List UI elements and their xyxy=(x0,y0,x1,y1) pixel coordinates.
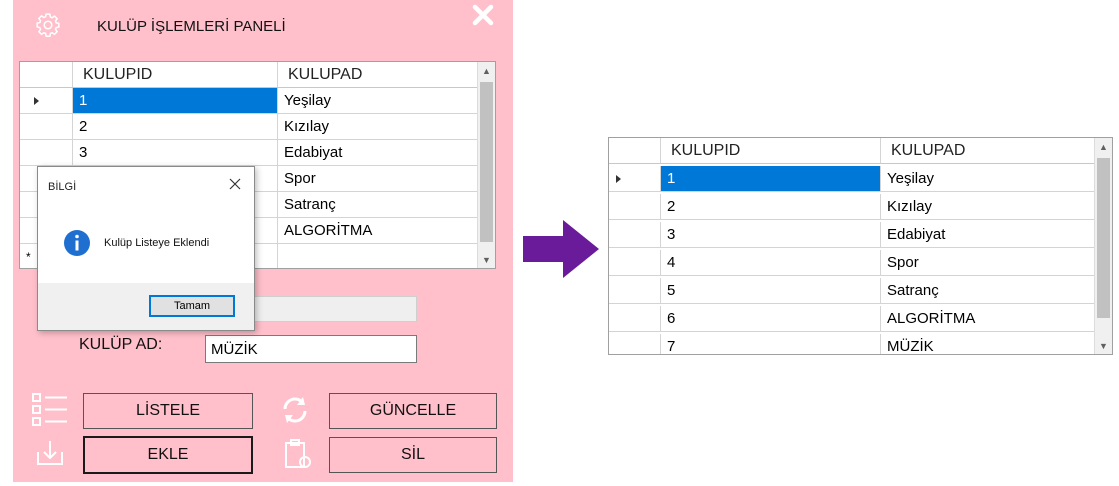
cell-kulupad[interactable]: Yeşilay xyxy=(881,166,1096,192)
grid-row-header-corner xyxy=(609,138,661,163)
table-row[interactable]: 1 Yeşilay xyxy=(609,166,1096,192)
row-header[interactable] xyxy=(20,88,73,114)
column-header-kulupad[interactable]: KULUPAD xyxy=(278,62,479,87)
refresh-icon xyxy=(283,397,307,423)
cell-kulupid[interactable]: 4 xyxy=(661,250,881,276)
cell-kulupad[interactable]: Spor xyxy=(881,250,1096,276)
ok-button[interactable]: Tamam xyxy=(149,295,235,317)
kulup-ad-field[interactable]: MÜZİK xyxy=(205,335,417,363)
scroll-thumb[interactable] xyxy=(1097,158,1110,318)
close-icon[interactable] xyxy=(228,177,242,191)
cell-kulupad[interactable]: Kızılay xyxy=(881,194,1096,220)
grid-scrollbar[interactable]: ▲ ▼ xyxy=(477,62,495,268)
grid-header: KULUPID KULUPAD xyxy=(20,62,477,88)
table-row[interactable]: 7 MÜZİK xyxy=(609,334,1096,354)
grid-row-header-corner xyxy=(20,62,73,87)
cell-kulupad[interactable]: Spor xyxy=(278,166,479,192)
cell-kulupid[interactable]: 6 xyxy=(661,306,881,332)
row-header[interactable] xyxy=(609,278,661,304)
cell-kulupid[interactable]: 1 xyxy=(73,88,278,114)
cell-kulupid[interactable]: 2 xyxy=(73,114,278,140)
guncelle-button[interactable]: GÜNCELLE xyxy=(329,393,497,429)
row-header[interactable] xyxy=(20,114,73,140)
table-row[interactable]: 2 Kızılay xyxy=(609,194,1096,220)
panel-title: KULÜP İŞLEMLERİ PANELİ xyxy=(97,18,286,35)
table-row[interactable]: 4 Spor xyxy=(609,250,1096,276)
row-header[interactable] xyxy=(20,140,73,166)
cell-kulupad[interactable]: Satranç xyxy=(881,278,1096,304)
message-box-title: BİLGİ xyxy=(48,181,77,193)
cell-kulupid[interactable]: 7 xyxy=(661,334,881,354)
info-icon xyxy=(64,230,90,256)
table-row[interactable]: 6 ALGORİTMA xyxy=(609,306,1096,332)
current-row-arrow-icon xyxy=(616,175,621,183)
row-header[interactable] xyxy=(609,306,661,332)
row-header[interactable] xyxy=(609,166,661,192)
cell-kulupad[interactable]: Satranç xyxy=(278,192,479,218)
close-icon[interactable] xyxy=(469,2,497,30)
column-header-kulupid[interactable]: KULUPID xyxy=(661,138,881,163)
list-icon xyxy=(32,393,67,426)
table-row[interactable]: 2 Kızılay xyxy=(20,114,479,140)
right-arrow-icon xyxy=(523,220,599,278)
cell-kulupid[interactable]: 3 xyxy=(73,140,278,166)
scroll-up-icon[interactable]: ▲ xyxy=(1095,138,1112,155)
message-text: Kulüp Listeye Eklendi xyxy=(104,237,210,249)
row-header[interactable] xyxy=(609,222,661,248)
row-header[interactable] xyxy=(609,194,661,220)
cell-kulupid[interactable]: 3 xyxy=(661,222,881,248)
table-row[interactable]: 5 Satranç xyxy=(609,278,1096,304)
sil-button[interactable]: SİL xyxy=(329,437,497,473)
cell-kulupid[interactable]: 1 xyxy=(661,166,881,192)
listele-button[interactable]: LİSTELE xyxy=(83,393,253,429)
cell-kulupad[interactable]: Edabiyat xyxy=(278,140,479,166)
new-cell-kulupad[interactable] xyxy=(278,244,479,268)
download-icon xyxy=(37,441,63,465)
clipboard-icon xyxy=(285,439,311,468)
message-box-footer: Tamam xyxy=(38,283,254,330)
row-header[interactable] xyxy=(609,250,661,276)
table-row[interactable]: 1 Yeşilay xyxy=(20,88,479,114)
column-header-kulupid[interactable]: KULUPID xyxy=(73,62,278,87)
cell-kulupad[interactable]: MÜZİK xyxy=(881,334,1096,354)
cell-kulupad[interactable]: Yeşilay xyxy=(278,88,479,114)
gear-icon xyxy=(36,13,60,38)
cell-kulupid[interactable]: 5 xyxy=(661,278,881,304)
scroll-down-icon[interactable]: ▼ xyxy=(478,251,495,268)
grid-header: KULUPID KULUPAD xyxy=(609,138,1094,164)
cell-kulupad[interactable]: Kızılay xyxy=(278,114,479,140)
scroll-thumb[interactable] xyxy=(480,82,493,242)
column-header-kulupad[interactable]: KULUPAD xyxy=(881,138,1096,163)
cell-kulupad[interactable]: ALGORİTMA xyxy=(881,306,1096,332)
row-header[interactable] xyxy=(609,334,661,354)
scroll-up-icon[interactable]: ▲ xyxy=(478,62,495,79)
info-message-box: BİLGİ Kulüp Listeye Eklendi Tamam xyxy=(37,166,255,331)
current-row-arrow-icon xyxy=(34,97,39,105)
kulup-ad-label: KULÜP AD: xyxy=(79,336,163,353)
grid-scrollbar[interactable]: ▲ ▼ xyxy=(1094,138,1112,354)
cell-kulupad[interactable]: Edabiyat xyxy=(881,222,1096,248)
cell-kulupid[interactable]: 2 xyxy=(661,194,881,220)
table-row[interactable]: 3 Edabiyat xyxy=(20,140,479,166)
updated-club-grid[interactable]: KULUPID KULUPAD 1 Yeşilay 2 Kızılay 3 Ed… xyxy=(608,137,1113,355)
scroll-down-icon[interactable]: ▼ xyxy=(1095,337,1112,354)
ekle-button[interactable]: EKLE xyxy=(83,436,253,474)
table-row[interactable]: 3 Edabiyat xyxy=(609,222,1096,248)
cell-kulupad[interactable]: ALGORİTMA xyxy=(278,218,479,244)
